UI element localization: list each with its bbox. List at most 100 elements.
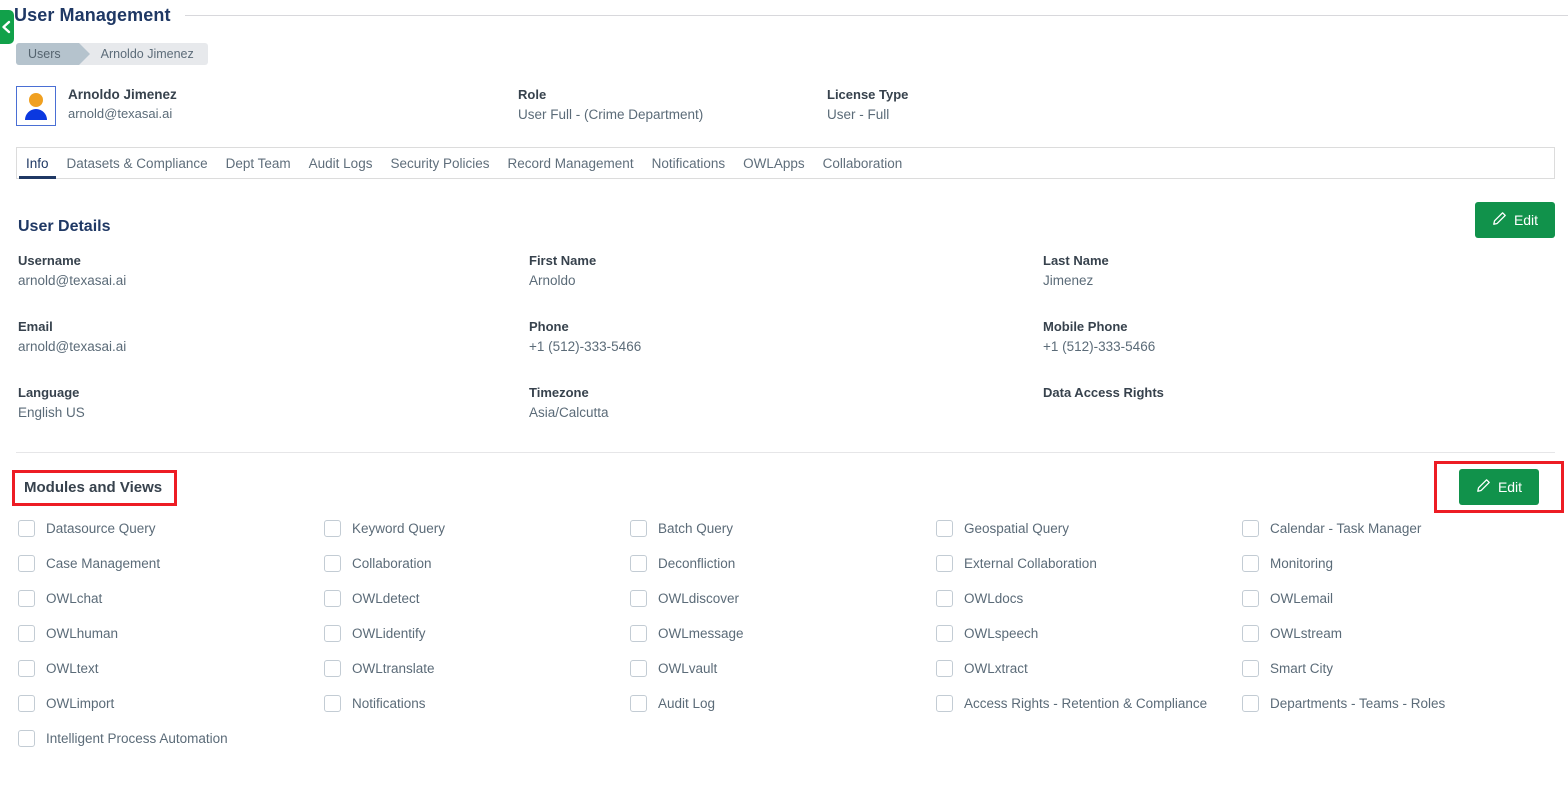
edit-user-details-label: Edit (1513, 212, 1539, 228)
module-label: OWLhuman (46, 626, 119, 641)
module-checkbox-audit-log[interactable]: Audit Log (630, 695, 936, 712)
module-checkbox-monitoring[interactable]: Monitoring (1242, 555, 1560, 572)
module-label: OWLtranslate (352, 661, 435, 676)
module-label: Deconfliction (658, 556, 736, 571)
checkbox-icon[interactable] (1242, 660, 1259, 677)
module-checkbox-owldocs[interactable]: OWLdocs (936, 590, 1242, 607)
checkbox-icon[interactable] (324, 555, 341, 572)
tab-notifications[interactable]: Notifications (643, 148, 735, 178)
checkbox-icon[interactable] (936, 555, 953, 572)
checkbox-icon[interactable] (1242, 555, 1259, 572)
checkbox-icon[interactable] (18, 660, 35, 677)
checkbox-icon[interactable] (324, 695, 341, 712)
module-checkbox-owlimport[interactable]: OWLimport (18, 695, 324, 712)
module-label: External Collaboration (964, 556, 1097, 571)
module-checkbox-owlxtract[interactable]: OWLxtract (936, 660, 1242, 677)
identity-role-label: Role (518, 87, 547, 102)
checkbox-icon[interactable] (324, 660, 341, 677)
module-checkbox-owlidentify[interactable]: OWLidentify (324, 625, 630, 642)
module-checkbox-geospatial-query[interactable]: Geospatial Query (936, 520, 1242, 537)
chevron-left-icon (1, 20, 11, 34)
checkbox-icon[interactable] (936, 520, 953, 537)
module-checkbox-notifications[interactable]: Notifications (324, 695, 630, 712)
module-checkbox-owlhuman[interactable]: OWLhuman (18, 625, 324, 642)
module-label: OWLxtract (964, 661, 1028, 676)
checkbox-icon[interactable] (630, 555, 647, 572)
checkbox-icon[interactable] (324, 625, 341, 642)
module-checkbox-keyword-query[interactable]: Keyword Query (324, 520, 630, 537)
module-checkbox-owltranslate[interactable]: OWLtranslate (324, 660, 630, 677)
module-checkbox-external-collaboration[interactable]: External Collaboration (936, 555, 1242, 572)
edit-user-details-button[interactable]: Edit (1475, 202, 1555, 238)
module-checkbox-collaboration[interactable]: Collaboration (324, 555, 630, 572)
module-checkbox-owlstream[interactable]: OWLstream (1242, 625, 1560, 642)
checkbox-icon[interactable] (936, 695, 953, 712)
module-checkbox-owlchat[interactable]: OWLchat (18, 590, 324, 607)
field-value: arnold@texasai.ai (18, 273, 127, 288)
edit-modules-button[interactable]: Edit (1459, 469, 1539, 505)
edit-modules-button-highlight: Edit (1434, 461, 1564, 513)
tab-info[interactable]: Info (17, 148, 58, 179)
tab-record-management[interactable]: Record Management (499, 148, 643, 178)
checkbox-icon[interactable] (18, 520, 35, 537)
module-label: OWLdiscover (658, 591, 740, 606)
checkbox-icon[interactable] (1242, 590, 1259, 607)
module-checkbox-intelligent-process-automation[interactable]: Intelligent Process Automation (18, 730, 324, 747)
module-checkbox-owlemail[interactable]: OWLemail (1242, 590, 1560, 607)
checkbox-icon[interactable] (18, 695, 35, 712)
checkbox-icon[interactable] (18, 555, 35, 572)
module-checkbox-batch-query[interactable]: Batch Query (630, 520, 936, 537)
tab-dept-team[interactable]: Dept Team (217, 148, 300, 178)
module-checkbox-owldiscover[interactable]: OWLdiscover (630, 590, 936, 607)
checkbox-icon[interactable] (18, 730, 35, 747)
checkbox-icon[interactable] (630, 590, 647, 607)
tab-security-policies[interactable]: Security Policies (381, 148, 498, 178)
field-label: Mobile Phone (1043, 319, 1128, 334)
checkbox-icon[interactable] (936, 590, 953, 607)
module-checkbox-deconfliction[interactable]: Deconfliction (630, 555, 936, 572)
field-mobile-phone: Mobile Phone +1 (512)-333-5466 (1043, 318, 1493, 356)
checkbox-icon[interactable] (1242, 695, 1259, 712)
module-checkbox-owlmessage[interactable]: OWLmessage (630, 625, 936, 642)
identity-role-value: User Full - (Crime Department) (518, 107, 704, 122)
module-checkbox-owltext[interactable]: OWLtext (18, 660, 324, 677)
field-value: Arnoldo (529, 273, 576, 288)
identity-email: arnold@texasai.ai (68, 106, 173, 121)
checkbox-icon[interactable] (630, 625, 647, 642)
tab-label: Collaboration (822, 155, 903, 171)
module-checkbox-departments-teams-roles[interactable]: Departments - Teams - Roles (1242, 695, 1560, 712)
tab-collaboration[interactable]: Collaboration (814, 148, 912, 178)
collapse-sidebar-button[interactable] (0, 10, 14, 44)
checkbox-icon[interactable] (1242, 520, 1259, 537)
module-checkbox-calendar-task-manager[interactable]: Calendar - Task Manager (1242, 520, 1560, 537)
tab-owlapps[interactable]: OWLApps (734, 148, 814, 178)
checkbox-icon[interactable] (324, 590, 341, 607)
module-label: Notifications (352, 696, 426, 711)
module-checkbox-access-rights-retention-compliance[interactable]: Access Rights - Retention & Compliance (936, 695, 1242, 712)
tab-label: Notifications (651, 155, 726, 171)
checkbox-icon[interactable] (630, 660, 647, 677)
tab-audit-logs[interactable]: Audit Logs (300, 148, 382, 178)
module-checkbox-owlspeech[interactable]: OWLspeech (936, 625, 1242, 642)
checkbox-icon[interactable] (630, 695, 647, 712)
module-checkbox-case-management[interactable]: Case Management (18, 555, 324, 572)
checkbox-icon[interactable] (630, 520, 647, 537)
module-label: OWLspeech (964, 626, 1039, 641)
tab-label: Datasets & Compliance (66, 155, 208, 171)
field-value: arnold@texasai.ai (18, 339, 127, 354)
checkbox-icon[interactable] (1242, 625, 1259, 642)
checkbox-icon[interactable] (936, 660, 953, 677)
checkbox-icon[interactable] (18, 625, 35, 642)
checkbox-icon[interactable] (324, 520, 341, 537)
breadcrumb-item-current: Arnoldo Jimenez (100, 47, 194, 61)
module-checkbox-owlvault[interactable]: OWLvault (630, 660, 936, 677)
module-checkbox-datasource-query[interactable]: Datasource Query (18, 520, 324, 537)
breadcrumb-item-users[interactable]: Users (16, 43, 90, 65)
module-label: OWLdocs (964, 591, 1024, 606)
checkbox-icon[interactable] (18, 590, 35, 607)
pencil-icon (1476, 478, 1491, 496)
module-checkbox-owldetect[interactable]: OWLdetect (324, 590, 630, 607)
checkbox-icon[interactable] (936, 625, 953, 642)
tab-datasets-compliance[interactable]: Datasets & Compliance (58, 148, 217, 178)
module-checkbox-smart-city[interactable]: Smart City (1242, 660, 1560, 677)
